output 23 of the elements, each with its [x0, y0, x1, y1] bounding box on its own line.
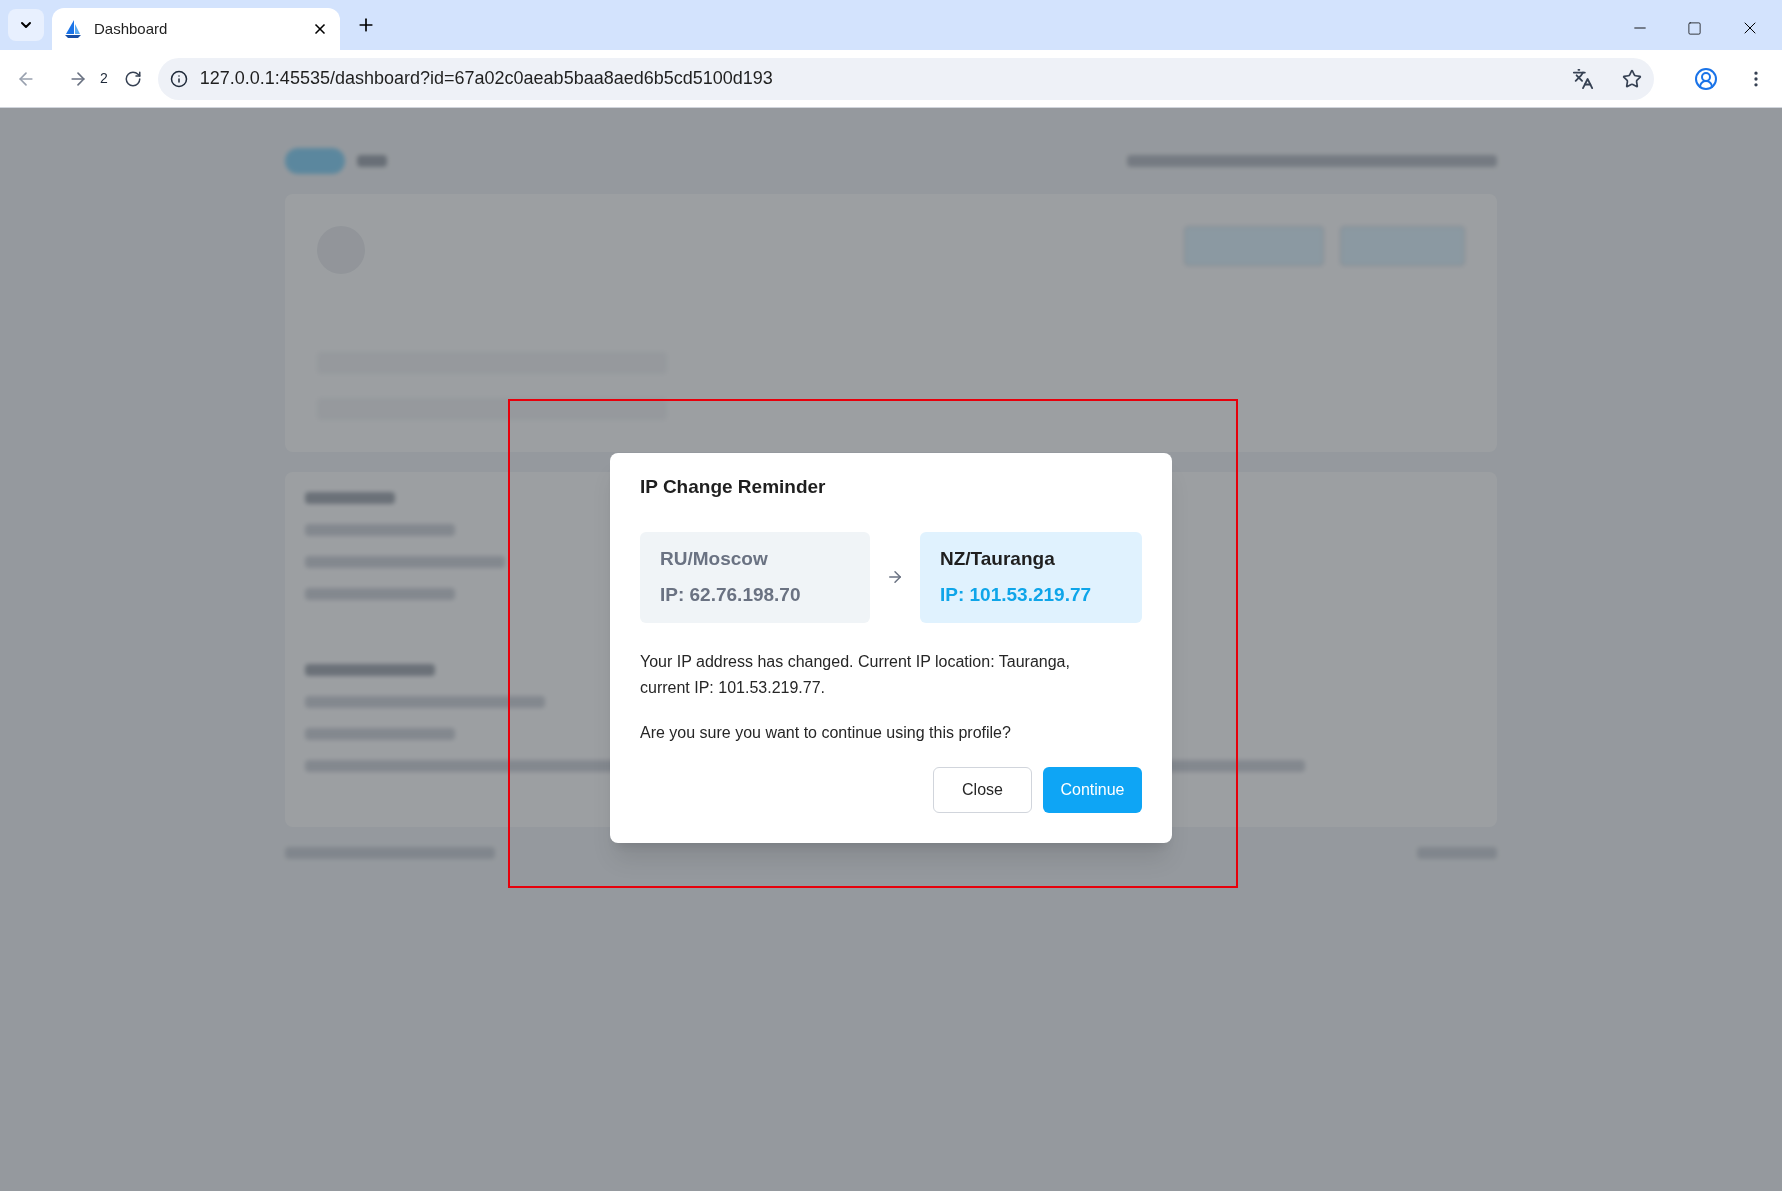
close-icon[interactable] [312, 21, 328, 37]
current-location: NZ/Tauranga [940, 546, 1056, 571]
sailboat-icon [64, 19, 82, 39]
maximize-icon[interactable] [1687, 20, 1702, 36]
profile-icon[interactable] [1694, 66, 1718, 91]
browser-tab[interactable]: Dashboard [52, 8, 340, 50]
reload-icon[interactable] [123, 69, 142, 88]
previous-ip: IP: 62.76.198.70 [660, 583, 802, 607]
current-ip: IP: 101.53.219.77 [940, 583, 1093, 607]
translate-icon[interactable] [1572, 67, 1594, 90]
url-text: 127.0.0.1:45535/dashboard?id=67a02c0aeab5baa8aed6b5cd5100d193 [199, 67, 774, 90]
close-button[interactable]: Close [933, 766, 1032, 813]
confirm-question: Are you sure you want to continue using this profile? [640, 722, 1012, 743]
history-count: 2 [100, 69, 108, 88]
arrow-icon [886, 568, 904, 586]
tab-list-button[interactable] [8, 9, 44, 41]
change-message: Your IP address has changed. Current IP location: Tauranga, current IP: 101.53.219.77. [640, 651, 1071, 698]
address-bar[interactable]: 127.0.0.1:45535/dashboard?id=67a02c0aeab5baa8aed6b5cd5100d193 [157, 57, 1654, 100]
bookmark-star-icon[interactable] [1622, 68, 1642, 89]
tab-title: Dashboard [94, 18, 169, 39]
dialog-title: IP Change Reminder [640, 475, 827, 499]
previous-location: RU/Moscow [660, 546, 769, 571]
info-icon[interactable] [169, 69, 188, 88]
